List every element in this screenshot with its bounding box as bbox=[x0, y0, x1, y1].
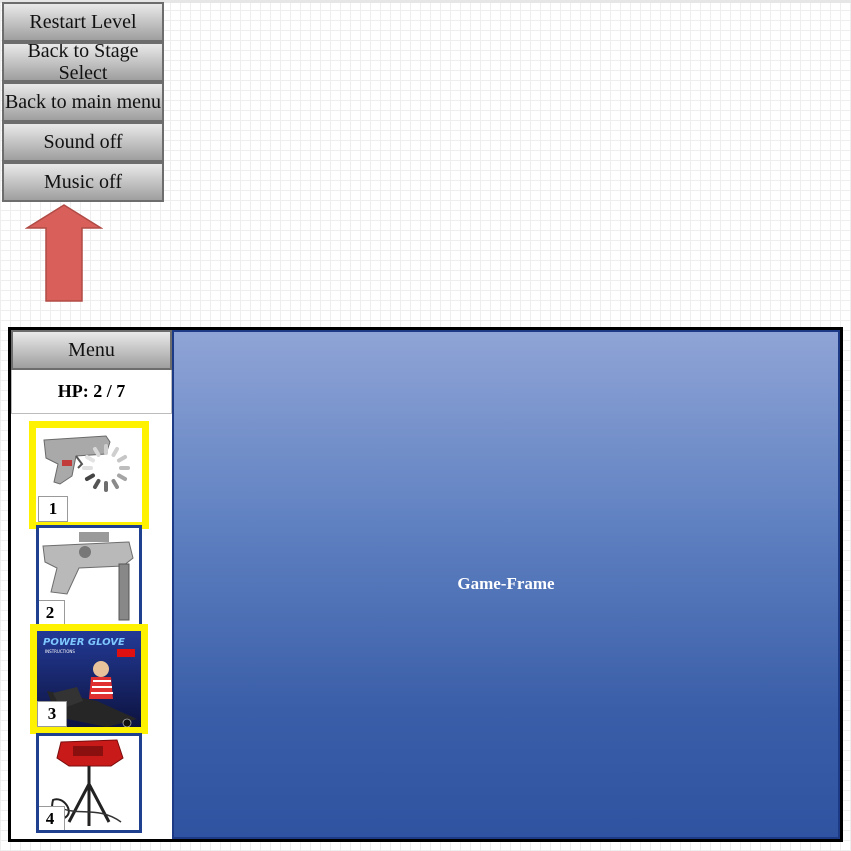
item-number-badge: 3 bbox=[37, 701, 67, 727]
item-number-badge: 1 bbox=[38, 496, 68, 522]
inventory-item-1[interactable]: 1 bbox=[29, 421, 149, 529]
game-frame-label: Game-Frame bbox=[457, 573, 555, 593]
hp-display: HP: 2 / 7 bbox=[11, 370, 172, 414]
pause-menu: Restart Level Back to Stage Select Back … bbox=[2, 2, 164, 202]
inventory-item-3[interactable]: POWER GLOVE INSTRUCTIONS 3 bbox=[30, 624, 148, 734]
item-number-badge: 4 bbox=[39, 806, 65, 830]
svg-text:INSTRUCTIONS: INSTRUCTIONS bbox=[45, 649, 75, 654]
sidebar: Menu HP: 2 / 7 1 2 POWER GLOVE INSTRUCTI… bbox=[11, 330, 172, 839]
sound-toggle-button[interactable]: Sound off bbox=[2, 122, 164, 162]
back-to-stage-select-button[interactable]: Back to Stage Select bbox=[2, 42, 164, 82]
game-frame[interactable]: Game-Frame bbox=[172, 330, 840, 839]
item-number-badge: 2 bbox=[39, 600, 65, 624]
arrow-up-icon bbox=[25, 204, 103, 302]
svg-text:POWER GLOVE: POWER GLOVE bbox=[43, 637, 125, 648]
inventory-item-2[interactable]: 2 bbox=[36, 525, 142, 627]
music-toggle-button[interactable]: Music off bbox=[2, 162, 164, 202]
menu-button[interactable]: Menu bbox=[11, 330, 172, 370]
inventory-item-4[interactable]: 4 bbox=[36, 733, 142, 833]
back-to-main-menu-button[interactable]: Back to main menu bbox=[2, 82, 164, 122]
restart-level-button[interactable]: Restart Level bbox=[2, 2, 164, 42]
game-panel: Menu HP: 2 / 7 1 2 POWER GLOVE INSTRUCTI… bbox=[8, 327, 843, 842]
